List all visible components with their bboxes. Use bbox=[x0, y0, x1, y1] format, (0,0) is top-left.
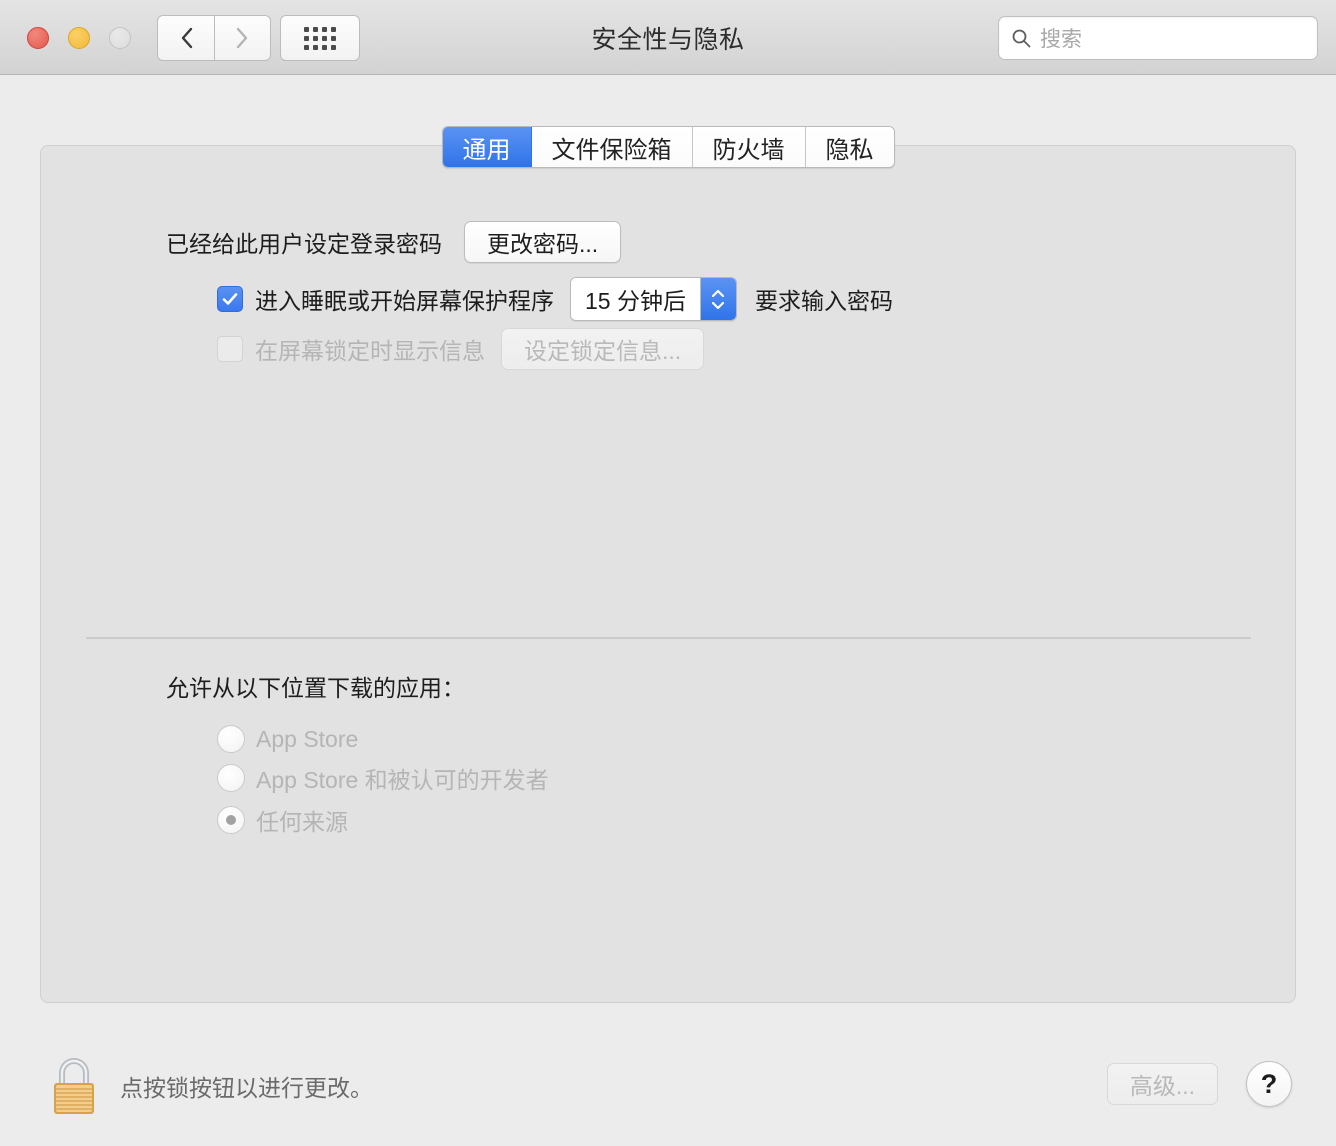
tab-firewall[interactable]: 防火墙 bbox=[692, 127, 806, 167]
radio-option-app-store: App Store bbox=[217, 725, 549, 753]
change-password-button[interactable]: 更改密码... bbox=[464, 221, 622, 263]
login-password-label: 已经给此用户设定登录密码 bbox=[166, 231, 442, 257]
window-toolbar: 安全性与隐私 搜索 bbox=[0, 0, 1336, 75]
radio-button-app-store bbox=[217, 725, 245, 753]
general-settings-panel: 已经给此用户设定登录密码 更改密码... 进入睡眠或开始屏幕保护程序 15 分钟… bbox=[40, 145, 1296, 1003]
search-placeholder: 搜索 bbox=[1040, 28, 1082, 51]
download-sources-heading: 允许从以下位置下载的应用： bbox=[166, 675, 465, 701]
password-delay-stepper[interactable]: 15 分钟后 bbox=[570, 277, 737, 321]
padlock-locked-icon bbox=[54, 1058, 94, 1114]
chevron-down-icon bbox=[712, 301, 725, 309]
tab-privacy-label: 隐私 bbox=[825, 136, 874, 164]
tab-privacy[interactable]: 隐私 bbox=[805, 127, 894, 167]
require-password-suffix-label: 要求输入密码 bbox=[754, 288, 893, 314]
lock-hint-text: 点按锁按钮以进行更改。 bbox=[120, 1075, 373, 1101]
advanced-button-label: 高级... bbox=[1129, 1073, 1195, 1099]
lock-message-label: 在屏幕锁定时显示信息 bbox=[255, 338, 485, 364]
radio-button-anywhere bbox=[217, 806, 245, 834]
tab-general-label: 通用 bbox=[462, 136, 511, 164]
checkmark-icon bbox=[222, 293, 238, 305]
lock-message-checkbox bbox=[217, 336, 243, 362]
set-lock-message-button: 设定锁定信息... bbox=[501, 328, 705, 370]
download-sources-radio-group: App Store App Store 和被认可的开发者 任何来源 bbox=[217, 725, 549, 837]
require-password-prefix-label: 进入睡眠或开始屏幕保护程序 bbox=[255, 288, 554, 314]
lock-message-row: 在屏幕锁定时显示信息 设定锁定信息... bbox=[217, 328, 705, 370]
help-button[interactable]: ? bbox=[1246, 1061, 1292, 1107]
window-bottom-bar: 点按锁按钮以进行更改。 高级... ? bbox=[0, 1003, 1336, 1146]
section-divider bbox=[86, 637, 1251, 639]
tab-filevault-label: 文件保险箱 bbox=[551, 136, 672, 164]
tab-firewall-label: 防火墙 bbox=[712, 136, 785, 164]
set-lock-message-button-label: 设定锁定信息... bbox=[524, 338, 682, 364]
tab-filevault[interactable]: 文件保险箱 bbox=[531, 127, 693, 167]
lock-button[interactable] bbox=[46, 1055, 102, 1122]
tab-general[interactable]: 通用 bbox=[442, 127, 532, 167]
system-preferences-window: 安全性与隐私 搜索 通用 文件保险箱 防火墙 隐私 已经给此用户设定登录密码 更… bbox=[0, 0, 1336, 1146]
search-field[interactable]: 搜索 bbox=[998, 16, 1318, 60]
password-delay-value[interactable]: 15 分钟后 bbox=[571, 278, 700, 320]
search-icon bbox=[1012, 29, 1031, 48]
stepper-arrows-button[interactable] bbox=[699, 278, 736, 320]
preference-tabs: 通用 文件保险箱 防火墙 隐私 bbox=[0, 126, 1336, 168]
radio-selected-dot bbox=[226, 815, 236, 825]
radio-label-anywhere: 任何来源 bbox=[256, 809, 348, 835]
require-password-checkbox[interactable] bbox=[217, 286, 243, 312]
advanced-button: 高级... bbox=[1106, 1063, 1218, 1105]
help-button-label: ? bbox=[1260, 1068, 1278, 1099]
change-password-button-label: 更改密码... bbox=[487, 231, 599, 257]
radio-label-app-store-identified-developers: App Store 和被认可的开发者 bbox=[256, 767, 549, 793]
radio-button-app-store-identified-developers bbox=[217, 764, 245, 792]
login-password-row: 已经给此用户设定登录密码 更改密码... bbox=[166, 221, 622, 263]
require-password-row: 进入睡眠或开始屏幕保护程序 15 分钟后 要求输入密码 bbox=[217, 277, 893, 321]
chevron-up-icon bbox=[712, 289, 725, 297]
radio-option-anywhere: 任何来源 bbox=[217, 803, 549, 837]
radio-label-app-store: App Store bbox=[256, 725, 359, 752]
download-sources-section: 允许从以下位置下载的应用： App Store App Store 和被认可的开… bbox=[166, 669, 549, 845]
radio-option-app-store-identified-developers: App Store 和被认可的开发者 bbox=[217, 761, 549, 795]
